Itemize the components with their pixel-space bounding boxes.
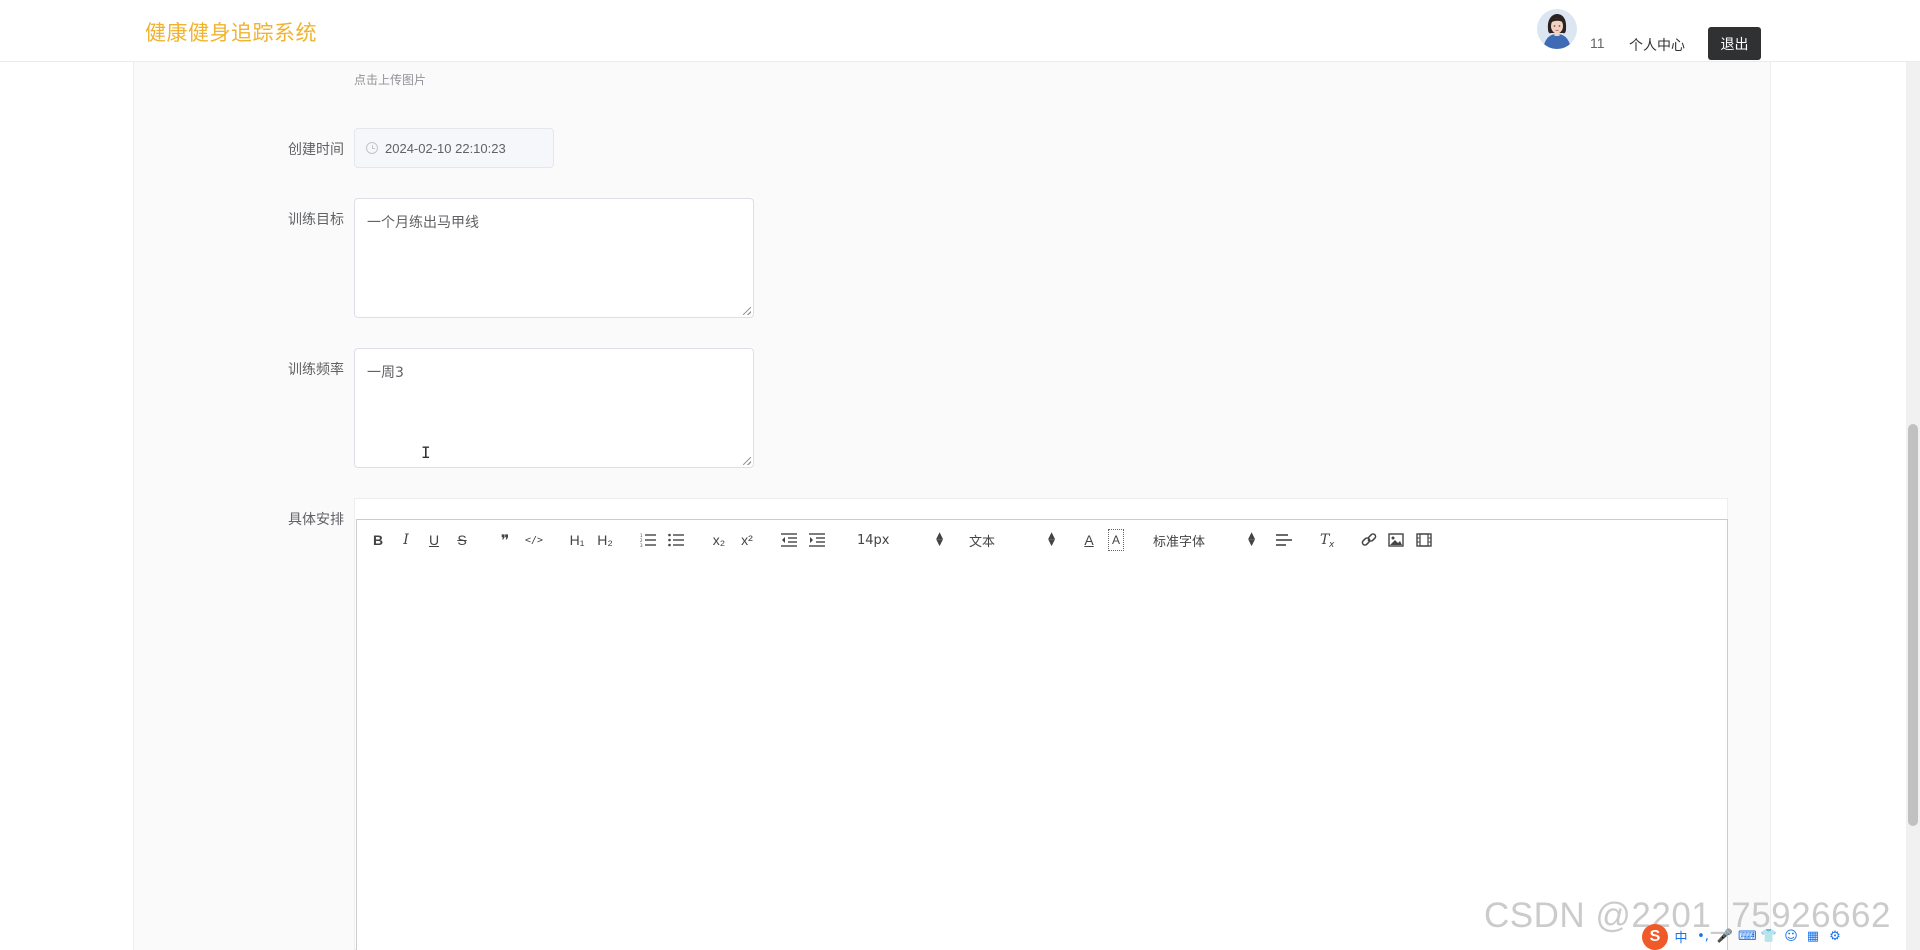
punctuation-icon[interactable]: •, <box>1694 929 1712 944</box>
align-icon[interactable] <box>1276 529 1292 551</box>
header-picker[interactable]: 文本 ▲ ▼ <box>969 529 1055 551</box>
assistant-icon[interactable]: ☺ <box>1782 929 1800 944</box>
bullet-list-icon[interactable] <box>668 529 684 551</box>
rich-text-editor: B I U S ❞ </> H₁ H₂ 123 x₂ x² 14px ▲ ▼ 文本… <box>354 498 1728 950</box>
picker-arrows-icon: ▲ ▼ <box>936 531 943 548</box>
user-center-link[interactable]: 个人中心 <box>1629 35 1685 55</box>
user-avatar[interactable] <box>1537 9 1577 49</box>
schedule-label: 具体安排 <box>288 512 344 528</box>
created-time-label: 创建时间 <box>288 142 344 158</box>
clean-format-button[interactable]: Tx <box>1319 529 1337 551</box>
training-frequency-textarea[interactable]: 一周3 <box>354 348 754 468</box>
font-family-picker[interactable]: 标准字体 ▲ ▼ <box>1153 529 1255 551</box>
resize-handle-icon[interactable] <box>743 457 751 465</box>
italic-button[interactable]: I <box>399 529 413 551</box>
training-goal-label: 训练目标 <box>288 212 344 228</box>
outdent-icon[interactable] <box>781 529 797 551</box>
text-color-button[interactable]: A <box>1081 529 1097 551</box>
svg-text:x: x <box>1328 540 1335 548</box>
editor-toolbar: B I U S ❞ </> H₁ H₂ 123 x₂ x² 14px ▲ ▼ 文本… <box>356 519 1728 560</box>
font-size-value: 14px <box>857 532 890 548</box>
keyboard-icon[interactable]: ⌨ <box>1738 929 1757 944</box>
indent-icon[interactable] <box>809 529 825 551</box>
header-value: 文本 <box>969 534 996 550</box>
video-icon[interactable] <box>1416 529 1432 551</box>
font-size-picker[interactable]: 14px ▲ ▼ <box>857 529 943 551</box>
svg-text:3: 3 <box>640 543 643 547</box>
created-time-field: 2024-02-10 22:10:23 <box>354 128 554 168</box>
picker-arrows-icon: ▲ ▼ <box>1048 531 1055 548</box>
app-title[interactable]: 健康健身追踪系统 <box>145 17 317 47</box>
font-family-value: 标准字体 <box>1153 534 1206 550</box>
picker-arrows-icon: ▲ ▼ <box>1248 531 1255 548</box>
created-time-value: 2024-02-10 22:10:23 <box>385 141 506 156</box>
logout-button[interactable]: 退出 <box>1708 27 1761 60</box>
editor-content-area[interactable] <box>356 559 1728 950</box>
ordered-list-icon[interactable]: 123 <box>640 529 656 551</box>
image-icon[interactable] <box>1388 529 1404 551</box>
grid-icon[interactable]: ▦ <box>1804 929 1822 944</box>
training-goal-textarea[interactable]: 一个月练出马甲线 <box>354 198 754 318</box>
underline-button[interactable]: U <box>427 529 441 551</box>
h1-button[interactable]: H₁ <box>567 529 587 551</box>
resize-handle-icon[interactable] <box>743 307 751 315</box>
blockquote-button[interactable]: ❞ <box>497 529 513 551</box>
top-header: 健康健身追踪系统 11 个人中心 退出 <box>0 0 1920 62</box>
clock-icon <box>366 142 378 154</box>
background-color-button[interactable]: A <box>1108 529 1124 551</box>
upload-hint: 点击上传图片 <box>354 73 427 87</box>
user-count: 11 <box>1590 35 1605 51</box>
bold-button[interactable]: B <box>371 529 385 551</box>
page-scrollbar-thumb[interactable] <box>1908 424 1918 826</box>
training-frequency-label: 训练频率 <box>288 362 344 378</box>
settings-icon[interactable]: ⚙ <box>1826 929 1844 944</box>
shirt-icon[interactable]: 👕 <box>1760 929 1778 944</box>
h2-button[interactable]: H₂ <box>595 529 615 551</box>
code-button[interactable]: </> <box>525 529 543 551</box>
microphone-icon[interactable]: 🎤 <box>1716 929 1734 944</box>
training-frequency-value: 一周3 <box>367 365 404 381</box>
chinese-mode-icon[interactable]: 中 <box>1672 927 1690 946</box>
text-cursor-icon: I <box>421 443 431 462</box>
training-goal-value: 一个月练出马甲线 <box>367 215 479 231</box>
superscript-button[interactable]: x² <box>738 529 756 551</box>
subscript-button[interactable]: x₂ <box>710 529 728 551</box>
link-icon[interactable] <box>1361 529 1377 551</box>
ime-tray: S 中 •, 🎤 ⌨ 👕 ☺ ▦ ⚙ <box>1638 923 1920 950</box>
strike-button[interactable]: S <box>455 529 469 551</box>
sogou-logo-icon[interactable]: S <box>1642 923 1668 950</box>
